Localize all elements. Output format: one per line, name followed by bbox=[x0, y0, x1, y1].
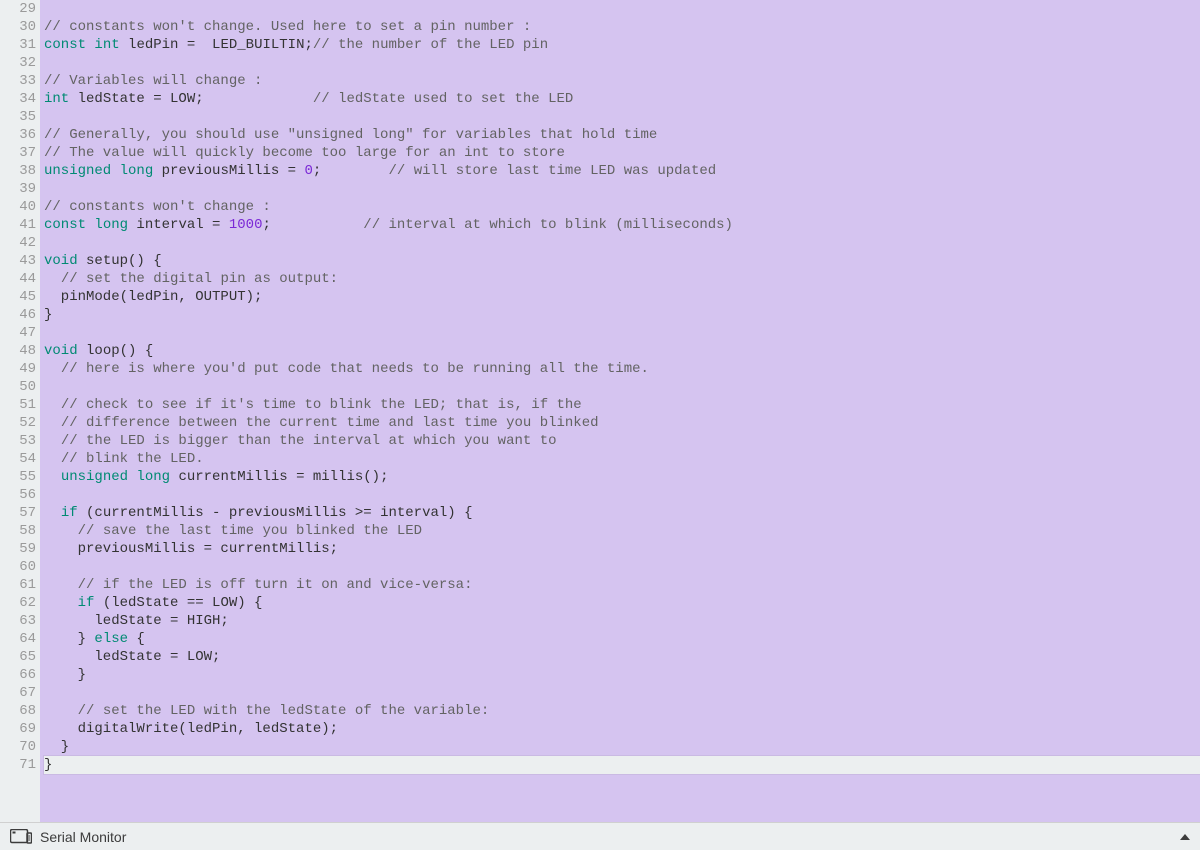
code-line[interactable]: } else { bbox=[44, 630, 1200, 648]
line-number: 49 bbox=[0, 360, 36, 378]
code-line[interactable]: } bbox=[44, 756, 1200, 774]
line-number: 53 bbox=[0, 432, 36, 450]
code-line[interactable]: // constants won't change. Used here to … bbox=[44, 18, 1200, 36]
line-number: 37 bbox=[0, 144, 36, 162]
code-line[interactable]: // here is where you'd put code that nee… bbox=[44, 360, 1200, 378]
code-line[interactable]: if (currentMillis - previousMillis >= in… bbox=[44, 504, 1200, 522]
line-number: 35 bbox=[0, 108, 36, 126]
code-text-area[interactable]: // constants won't change. Used here to … bbox=[40, 0, 1200, 822]
code-line[interactable]: // The value will quickly become too lar… bbox=[44, 144, 1200, 162]
code-line[interactable] bbox=[44, 324, 1200, 342]
line-number: 70 bbox=[0, 738, 36, 756]
line-number: 67 bbox=[0, 684, 36, 702]
code-line[interactable] bbox=[44, 0, 1200, 18]
code-line[interactable]: ledState = LOW; bbox=[44, 648, 1200, 666]
code-line[interactable]: // difference between the current time a… bbox=[44, 414, 1200, 432]
code-line[interactable]: // the LED is bigger than the interval a… bbox=[44, 432, 1200, 450]
line-number: 48 bbox=[0, 342, 36, 360]
code-line[interactable] bbox=[44, 180, 1200, 198]
line-number: 71 bbox=[0, 756, 36, 774]
line-number: 65 bbox=[0, 648, 36, 666]
line-number: 62 bbox=[0, 594, 36, 612]
line-number: 68 bbox=[0, 702, 36, 720]
code-line[interactable]: pinMode(ledPin, OUTPUT); bbox=[44, 288, 1200, 306]
code-line[interactable]: } bbox=[44, 666, 1200, 684]
line-number: 38 bbox=[0, 162, 36, 180]
code-line[interactable]: } bbox=[44, 738, 1200, 756]
line-number: 55 bbox=[0, 468, 36, 486]
code-line[interactable]: // constants won't change : bbox=[44, 198, 1200, 216]
line-number: 41 bbox=[0, 216, 36, 234]
code-line[interactable]: digitalWrite(ledPin, ledState); bbox=[44, 720, 1200, 738]
line-number-gutter: 2930313233343536373839404142434445464748… bbox=[0, 0, 40, 822]
line-number: 61 bbox=[0, 576, 36, 594]
line-number: 50 bbox=[0, 378, 36, 396]
code-line[interactable]: // if the LED is off turn it on and vice… bbox=[44, 576, 1200, 594]
code-line[interactable] bbox=[44, 378, 1200, 396]
line-number: 31 bbox=[0, 36, 36, 54]
code-line[interactable]: ledState = HIGH; bbox=[44, 612, 1200, 630]
code-line[interactable]: // set the LED with the ledState of the … bbox=[44, 702, 1200, 720]
code-line[interactable]: unsigned long previousMillis = 0; // wil… bbox=[44, 162, 1200, 180]
serial-monitor-icon bbox=[10, 829, 32, 845]
line-number: 60 bbox=[0, 558, 36, 576]
line-number: 32 bbox=[0, 54, 36, 72]
code-line[interactable]: // blink the LED. bbox=[44, 450, 1200, 468]
line-number: 56 bbox=[0, 486, 36, 504]
line-number: 64 bbox=[0, 630, 36, 648]
expand-panel-icon[interactable] bbox=[1180, 834, 1190, 840]
code-line[interactable]: } bbox=[44, 306, 1200, 324]
code-editor[interactable]: 2930313233343536373839404142434445464748… bbox=[0, 0, 1200, 822]
code-line[interactable]: if (ledState == LOW) { bbox=[44, 594, 1200, 612]
line-number: 40 bbox=[0, 198, 36, 216]
line-number: 30 bbox=[0, 18, 36, 36]
line-number: 58 bbox=[0, 522, 36, 540]
line-number: 39 bbox=[0, 180, 36, 198]
code-line[interactable]: // Generally, you should use "unsigned l… bbox=[44, 126, 1200, 144]
code-line[interactable]: void setup() { bbox=[44, 252, 1200, 270]
line-number: 44 bbox=[0, 270, 36, 288]
line-number: 42 bbox=[0, 234, 36, 252]
line-number: 45 bbox=[0, 288, 36, 306]
code-line[interactable]: // set the digital pin as output: bbox=[44, 270, 1200, 288]
code-line[interactable] bbox=[44, 486, 1200, 504]
serial-monitor-label[interactable]: Serial Monitor bbox=[40, 829, 126, 845]
line-number: 52 bbox=[0, 414, 36, 432]
code-line[interactable]: const long interval = 1000; // interval … bbox=[44, 216, 1200, 234]
code-line[interactable]: // save the last time you blinked the LE… bbox=[44, 522, 1200, 540]
code-line[interactable] bbox=[44, 108, 1200, 126]
line-number: 51 bbox=[0, 396, 36, 414]
line-number: 47 bbox=[0, 324, 36, 342]
line-number: 36 bbox=[0, 126, 36, 144]
code-line[interactable] bbox=[44, 558, 1200, 576]
line-number: 59 bbox=[0, 540, 36, 558]
code-line[interactable] bbox=[44, 54, 1200, 72]
code-line[interactable]: const int ledPin = LED_BUILTIN;// the nu… bbox=[44, 36, 1200, 54]
line-number: 46 bbox=[0, 306, 36, 324]
code-line[interactable]: previousMillis = currentMillis; bbox=[44, 540, 1200, 558]
line-number: 63 bbox=[0, 612, 36, 630]
bottom-panel-bar[interactable]: Serial Monitor bbox=[0, 822, 1200, 850]
line-number: 29 bbox=[0, 0, 36, 18]
line-number: 33 bbox=[0, 72, 36, 90]
code-line[interactable]: void loop() { bbox=[44, 342, 1200, 360]
line-number: 57 bbox=[0, 504, 36, 522]
code-line[interactable]: // Variables will change : bbox=[44, 72, 1200, 90]
line-number: 69 bbox=[0, 720, 36, 738]
line-number: 43 bbox=[0, 252, 36, 270]
code-line[interactable]: // check to see if it's time to blink th… bbox=[44, 396, 1200, 414]
line-number: 34 bbox=[0, 90, 36, 108]
code-line[interactable] bbox=[44, 234, 1200, 252]
code-line[interactable]: unsigned long currentMillis = millis(); bbox=[44, 468, 1200, 486]
code-line[interactable]: int ledState = LOW; // ledState used to … bbox=[44, 90, 1200, 108]
line-number: 54 bbox=[0, 450, 36, 468]
line-number: 66 bbox=[0, 666, 36, 684]
code-line[interactable] bbox=[44, 684, 1200, 702]
